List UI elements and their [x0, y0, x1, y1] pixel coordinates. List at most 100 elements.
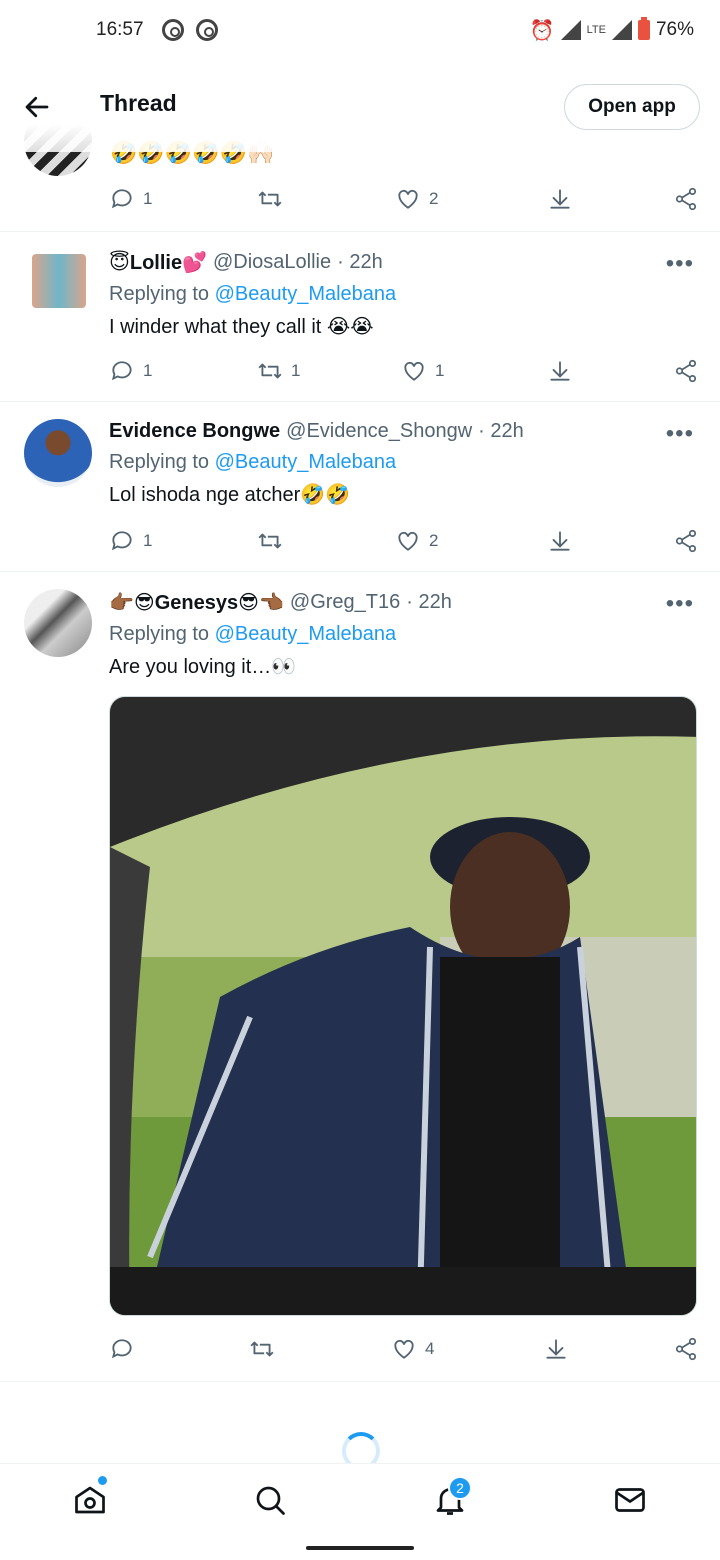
like-count: 2 — [429, 189, 439, 208]
mail-icon — [615, 1488, 645, 1512]
share-button[interactable] — [673, 1336, 699, 1362]
share-button[interactable] — [673, 358, 699, 384]
share-icon — [675, 1337, 697, 1361]
retweet-button[interactable] — [257, 186, 291, 212]
new-content-dot — [98, 1476, 107, 1485]
user-handle[interactable]: @Evidence_Shongw — [286, 420, 472, 443]
tweet-header: 😇Lollie💕 @DiosaLollie · 22h — [109, 250, 700, 275]
tweet-text: Lol ishoda nge atcher🤣🤣 — [109, 484, 351, 506]
download-icon — [550, 531, 570, 551]
download-button[interactable] — [547, 186, 573, 212]
nav-messages[interactable] — [612, 1482, 648, 1518]
share-button[interactable] — [673, 528, 699, 554]
share-button[interactable] — [673, 186, 699, 212]
download-icon — [546, 1339, 566, 1359]
reply-icon — [111, 189, 132, 209]
alarm-icon: ⏰ — [529, 19, 555, 42]
notifications-badge: 2 — [448, 1476, 472, 1500]
chrome-icon — [195, 19, 218, 41]
more-options-icon[interactable]: ••• — [666, 590, 694, 618]
download-button[interactable] — [543, 1336, 569, 1362]
battery-level: 76% — [655, 19, 694, 40]
avatar[interactable] — [24, 419, 92, 487]
more-options-icon[interactable]: ••• — [666, 420, 694, 448]
mention-link[interactable]: @Beauty_Malebana — [215, 451, 397, 473]
like-button[interactable]: 2 — [395, 528, 438, 554]
tweet-actions: 4 — [109, 1336, 701, 1366]
retweet-button[interactable]: 1 — [257, 358, 300, 384]
reply-count: 1 — [143, 531, 153, 550]
download-icon — [550, 189, 570, 209]
reply-button[interactable]: 1 — [109, 528, 152, 554]
retweet-button[interactable] — [257, 528, 291, 554]
reply-button[interactable]: 1 — [109, 358, 152, 384]
replying-to: Replying to @Beauty_Malebana — [109, 283, 700, 306]
download-button[interactable] — [547, 358, 573, 384]
replying-label: Replying to — [109, 283, 210, 305]
tweet-time: · 22h — [337, 251, 383, 273]
display-name[interactable]: 😇Lollie💕 — [109, 250, 207, 275]
thread-header: Thread Open app — [0, 60, 720, 152]
battery-icon — [637, 17, 650, 40]
like-count: 1 — [435, 361, 445, 380]
bottom-navigation: 2 — [0, 1463, 720, 1537]
share-icon — [675, 359, 697, 383]
tweet-header: 👉🏾😎Genesys😎👈🏾 @Greg_T16 · 22h — [109, 590, 700, 615]
nav-home[interactable] — [72, 1482, 108, 1518]
tweet-actions: 1 2 — [109, 528, 701, 558]
tweet-time: · 22h — [406, 591, 452, 613]
network-type: LTE — [586, 24, 606, 36]
nav-search[interactable] — [252, 1482, 288, 1518]
like-button[interactable]: 4 — [391, 1336, 434, 1362]
like-icon — [404, 361, 424, 381]
tweet-time: · 22h — [478, 420, 524, 442]
page-title: Thread — [100, 90, 177, 116]
signal-icon — [560, 20, 581, 40]
like-count: 2 — [429, 531, 439, 550]
like-icon — [394, 1339, 414, 1359]
back-arrow-icon[interactable] — [22, 92, 52, 122]
replying-to: Replying to @Beauty_Malebana — [109, 623, 700, 646]
retweet-icon — [250, 1341, 274, 1357]
reply-button[interactable]: 1 — [109, 186, 152, 212]
mention-link[interactable]: @Beauty_Malebana — [215, 623, 397, 645]
user-handle[interactable]: @DiosaLollie — [213, 251, 331, 274]
reply-button[interactable] — [109, 1336, 143, 1362]
search-icon — [256, 1486, 285, 1515]
like-button[interactable]: 1 — [401, 358, 444, 384]
system-home-indicator[interactable] — [306, 1546, 414, 1550]
tweet[interactable]: 😇Lollie💕 @DiosaLollie · 22h Replying to … — [0, 232, 720, 402]
more-options-icon[interactable]: ••• — [666, 250, 694, 278]
retweet-button[interactable] — [249, 1336, 283, 1362]
reply-count: 1 — [143, 189, 153, 208]
tweet-actions: 1 1 1 — [109, 358, 701, 388]
like-icon — [398, 189, 418, 209]
reply-count: 1 — [143, 361, 153, 380]
reply-icon — [111, 361, 132, 381]
download-button[interactable] — [547, 528, 573, 554]
share-icon — [675, 187, 697, 211]
replying-label: Replying to — [109, 623, 210, 645]
like-icon — [398, 531, 418, 551]
avatar[interactable] — [32, 254, 86, 308]
retweet-icon — [258, 191, 282, 207]
user-handle[interactable]: @Greg_T16 — [290, 591, 400, 614]
open-app-button[interactable]: Open app — [564, 84, 700, 130]
mention-link[interactable]: @Beauty_Malebana — [215, 283, 397, 305]
tweet-media-photo[interactable] — [109, 696, 697, 1316]
status-bar: 16:57 ⏰ LTE 76% — [0, 0, 720, 60]
replying-to: Replying to @Beauty_Malebana — [109, 451, 700, 474]
tweet-actions: 1 2 — [109, 186, 701, 216]
tweet[interactable]: 👉🏾😎Genesys😎👈🏾 @Greg_T16 · 22h Replying t… — [0, 572, 720, 1382]
home-icon — [75, 1486, 105, 1514]
avatar[interactable] — [24, 589, 92, 657]
display-name[interactable]: 👉🏾😎Genesys😎👈🏾 — [109, 590, 284, 615]
like-count: 4 — [425, 1339, 435, 1358]
reply-icon — [111, 531, 132, 551]
like-button[interactable]: 2 — [395, 186, 438, 212]
display-name[interactable]: Evidence Bongwe — [109, 420, 280, 443]
download-icon — [550, 361, 570, 381]
tweet[interactable]: Evidence Bongwe @Evidence_Shongw · 22h R… — [0, 402, 720, 572]
reply-icon — [111, 1339, 132, 1359]
status-time: 16:57 — [96, 19, 144, 40]
